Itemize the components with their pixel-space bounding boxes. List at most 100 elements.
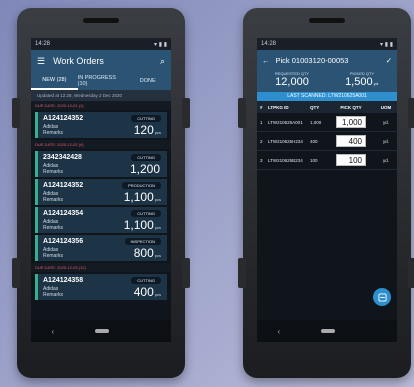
table-row: 2 LTW210625H234 400 400 yd. — [257, 132, 397, 151]
status-bar: 14:28 ▾ ▮ ▮ — [31, 38, 171, 50]
home-icon[interactable] — [321, 329, 336, 333]
due-date-header: DUE DATE: 2020-12-02 (4) — [31, 140, 171, 149]
order-brand: Adidas Remarks — [43, 219, 64, 231]
order-code: 2342342428 — [43, 154, 82, 161]
side-button — [238, 98, 246, 128]
side-button — [182, 258, 190, 288]
row-qty: 1,000 — [310, 119, 322, 125]
order-qty: 1,100pcs — [123, 190, 161, 204]
order-code: A124124354 — [43, 210, 84, 217]
tab-new[interactable]: NEW (28) — [31, 72, 78, 90]
order-code: A124124352 — [43, 115, 84, 122]
order-qty: 120pcs — [133, 123, 161, 137]
row-index: 1 — [260, 119, 263, 125]
row-package-id: LTW210625B234 — [268, 157, 303, 163]
home-icon[interactable] — [95, 329, 110, 333]
table-row: 3 LTW210625B234 100 100 yd. — [257, 151, 397, 170]
picked-qty-value: 1,500yd. — [345, 76, 379, 88]
pick-qty-input[interactable]: 100 — [336, 154, 366, 166]
status-time: 14:28 — [261, 41, 277, 47]
due-date-header: DUE DATE: 2020-12-03 (12) — [31, 263, 171, 272]
requested-qty-value: 12,000 — [275, 76, 309, 88]
order-code: A124124358 — [43, 277, 84, 284]
app-bar: ☰ Work Orders ⌕ — [31, 50, 171, 72]
order-brand: Adidas Remarks — [43, 286, 64, 298]
picked-qty: PICKED QTY 1,500yd. — [327, 70, 397, 92]
back-icon[interactable]: ‹ — [52, 327, 55, 336]
order-qty: 1,200 — [129, 162, 160, 176]
order-card[interactable]: 2342342428 Adidas Remarks CUTTING 1,200 — [35, 151, 167, 177]
pick-qty-input[interactable]: 1,000 — [336, 116, 366, 128]
order-card[interactable]: A124124352 Adidas Remarks PRODUCTION 1,10… — [35, 179, 167, 205]
row-index: 3 — [260, 157, 263, 163]
side-button — [238, 258, 246, 288]
order-qty: 800pcs — [133, 246, 161, 260]
row-uom: yd. — [382, 119, 389, 125]
table-header: # LTPKG ID QTY PICK QTY UOM — [257, 101, 397, 113]
menu-icon[interactable]: ☰ — [37, 56, 45, 67]
system-nav-bar: ‹ — [31, 320, 171, 342]
page-title: Work Orders — [53, 56, 104, 66]
speaker — [83, 18, 119, 23]
row-uom: yd. — [382, 157, 389, 163]
status-badge: CUTTING — [131, 210, 161, 217]
tab-in-progress[interactable]: IN PROGRESS (10) — [78, 72, 125, 90]
order-brand: Adidas Remarks — [43, 124, 64, 136]
col-qty: QTY — [310, 104, 320, 110]
col-uom: UOM — [380, 104, 392, 110]
due-date-header: DUE DATE: 2020-12-01 (1) — [31, 101, 171, 110]
order-brand: Adidas Remarks — [43, 247, 64, 259]
tab-done[interactable]: DONE — [124, 72, 171, 90]
tab-bar: NEW (28) IN PROGRESS (10) DONE — [31, 72, 171, 90]
right-phone: 14:28 ▾ ▮ ▮ ← Pick 01003120-00053 ✓ REQU… — [238, 8, 414, 378]
status-badge: CUTTING — [131, 154, 161, 161]
row-index: 2 — [260, 138, 263, 144]
search-icon[interactable]: ⌕ — [160, 56, 165, 67]
order-qty: 400pcs — [133, 285, 161, 299]
work-orders-screen: 14:28 ▾ ▮ ▮ ☰ Work Orders ⌕ NEW (28) IN … — [31, 38, 171, 342]
pick-screen: 14:28 ▾ ▮ ▮ ← Pick 01003120-00053 ✓ REQU… — [257, 38, 397, 342]
app-bar: ← Pick 01003120-00053 ✓ — [257, 50, 397, 70]
back-icon[interactable]: ‹ — [278, 327, 281, 336]
signal-icon: ▾ ▮ ▮ — [154, 41, 167, 48]
status-badge: CUTTING — [131, 115, 161, 122]
check-icon[interactable]: ✓ — [386, 56, 392, 65]
row-package-id: LTW210625H234 — [268, 138, 303, 144]
back-arrow-icon[interactable]: ← — [262, 56, 270, 65]
side-button — [12, 98, 20, 128]
row-qty: 400 — [310, 138, 318, 144]
signal-icon: ▾ ▮ ▮ — [380, 41, 393, 48]
order-brand: Adidas Remarks — [43, 163, 64, 175]
side-button — [408, 258, 414, 288]
status-bar: 14:28 ▾ ▮ ▮ — [257, 38, 397, 50]
left-phone: 14:28 ▾ ▮ ▮ ☰ Work Orders ⌕ NEW (28) IN … — [12, 8, 190, 378]
side-button — [12, 258, 20, 288]
side-button — [182, 98, 190, 128]
order-card[interactable]: A124124358 Adidas Remarks CUTTING 400pcs — [35, 274, 167, 300]
order-brand: Adidas Remarks — [43, 191, 64, 203]
order-code: A124124352 — [43, 182, 84, 189]
updated-text: Updated at 12:28, Wednesday 2 Dec 2020 — [31, 90, 171, 101]
speaker — [309, 18, 345, 23]
scan-button[interactable] — [373, 288, 391, 306]
qty-summary: REQUESTED QTY 12,000 PICKED QTY 1,500yd. — [257, 70, 397, 92]
order-card[interactable]: A124124354 Adidas Remarks CUTTING 1,100pc… — [35, 207, 167, 233]
status-badge: CUTTING — [131, 277, 161, 284]
last-scanned-banner: LAST SCANNED: LTW210625A001 — [257, 92, 397, 101]
status-badge: PRODUCTION — [122, 182, 161, 189]
system-nav-bar: ‹ — [257, 320, 397, 342]
table-row: 1 LTW210625A001 1,000 1,000 yd. — [257, 113, 397, 132]
row-uom: yd. — [382, 138, 389, 144]
requested-qty: REQUESTED QTY 12,000 — [257, 70, 327, 92]
row-package-id: LTW210625A001 — [268, 119, 303, 125]
pick-qty-input[interactable]: 400 — [336, 135, 366, 147]
order-code: A124124356 — [43, 238, 84, 245]
scan-icon — [377, 292, 387, 302]
status-time: 14:28 — [35, 41, 51, 47]
order-qty: 1,100pcs — [123, 218, 161, 232]
row-qty: 100 — [310, 157, 318, 163]
col-package-id: LTPKG ID — [268, 104, 289, 110]
order-card[interactable]: A124124356 Adidas Remarks INSPECTION 800p… — [35, 235, 167, 261]
page-title: Pick 01003120-00053 — [275, 55, 349, 65]
order-card[interactable]: A124124352 Adidas Remarks CUTTING 120pcs — [35, 112, 167, 138]
